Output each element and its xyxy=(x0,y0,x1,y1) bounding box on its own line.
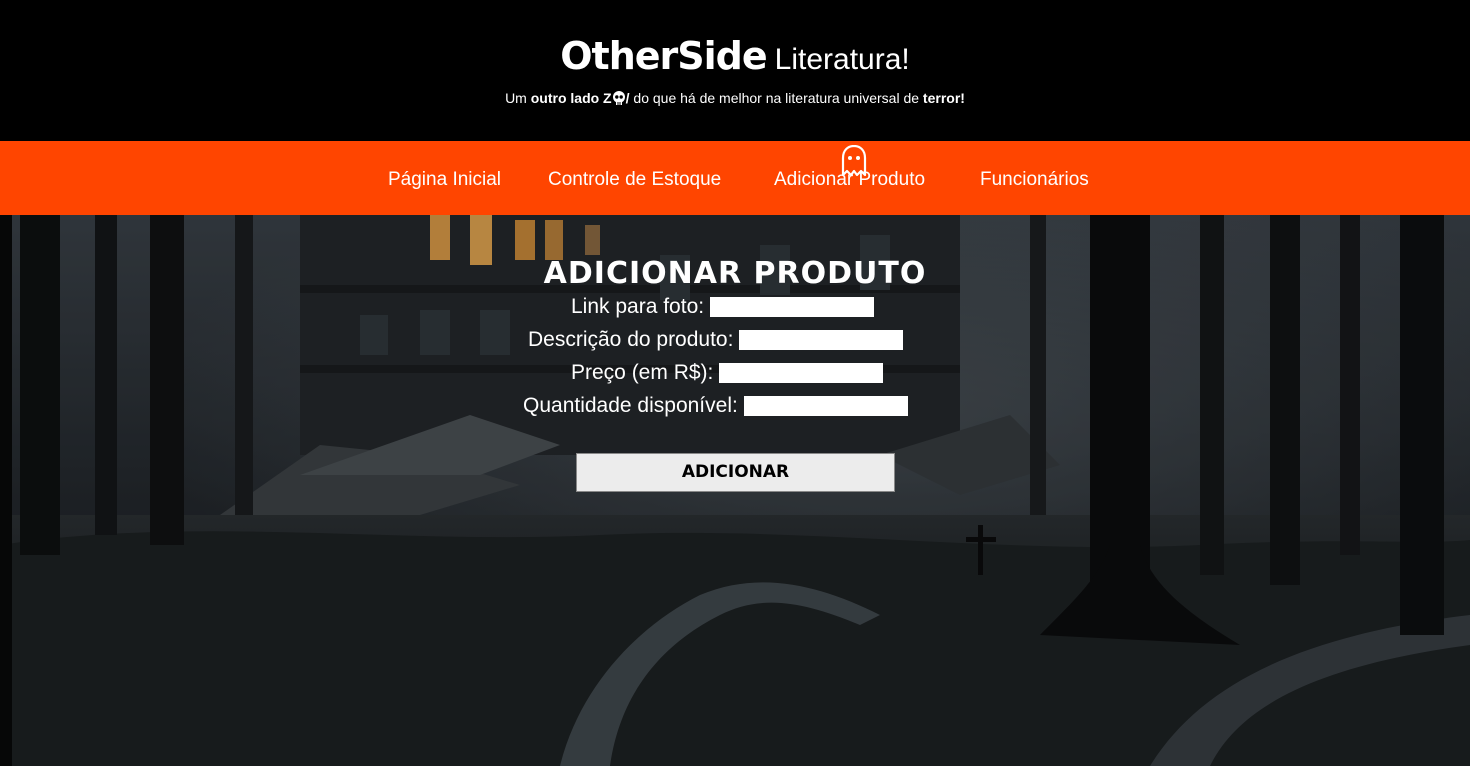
tagline: Um outro lado Z / do que há de melhor na … xyxy=(0,90,1470,106)
brand-subtitle: Literatura! xyxy=(774,43,910,76)
description-label: Descrição do produto: xyxy=(528,328,734,351)
skull-icon xyxy=(612,91,626,105)
tagline-bold-outro-lado: outro lado Z xyxy=(530,90,612,106)
add-product-button[interactable]: ADICIONAR xyxy=(576,453,895,492)
nav-pagina-inicial[interactable]: Página Inicial xyxy=(388,169,501,191)
quantity-input[interactable] xyxy=(743,396,908,416)
nav-controle-estoque[interactable]: Controle de Estoque xyxy=(548,169,721,191)
tagline-prefix: Um xyxy=(505,90,531,106)
price-label: Preço (em R$): xyxy=(571,361,714,384)
tagline-middle: do que há de melhor na literatura univer… xyxy=(629,90,923,106)
quantity-label: Quantidade disponível: xyxy=(523,394,738,417)
price-input[interactable] xyxy=(719,363,884,383)
brand-name: OtherSide xyxy=(560,34,767,78)
site-header: OtherSide Literatura! Um outro lado Z / do… xyxy=(0,0,1470,141)
form-title: ADICIONAR PRODUTO xyxy=(543,256,927,291)
brand: OtherSide Literatura! xyxy=(0,34,1470,78)
tagline-bold-terror: terror! xyxy=(922,90,965,106)
price-row: Preço (em R$): xyxy=(571,361,884,391)
ghost-icon xyxy=(837,144,871,177)
quantity-row: Quantidade disponível: xyxy=(523,394,908,424)
nav-funcionarios[interactable]: Funcionários xyxy=(980,169,1089,191)
description-row: Descrição do produto: xyxy=(528,328,904,358)
photo-link-input[interactable] xyxy=(710,297,875,317)
description-input[interactable] xyxy=(739,330,904,350)
photo-link-row: Link para foto: xyxy=(571,295,875,325)
main-nav: Página Inicial Controle de Estoque Adici… xyxy=(0,141,1470,215)
photo-link-label: Link para foto: xyxy=(571,295,705,318)
